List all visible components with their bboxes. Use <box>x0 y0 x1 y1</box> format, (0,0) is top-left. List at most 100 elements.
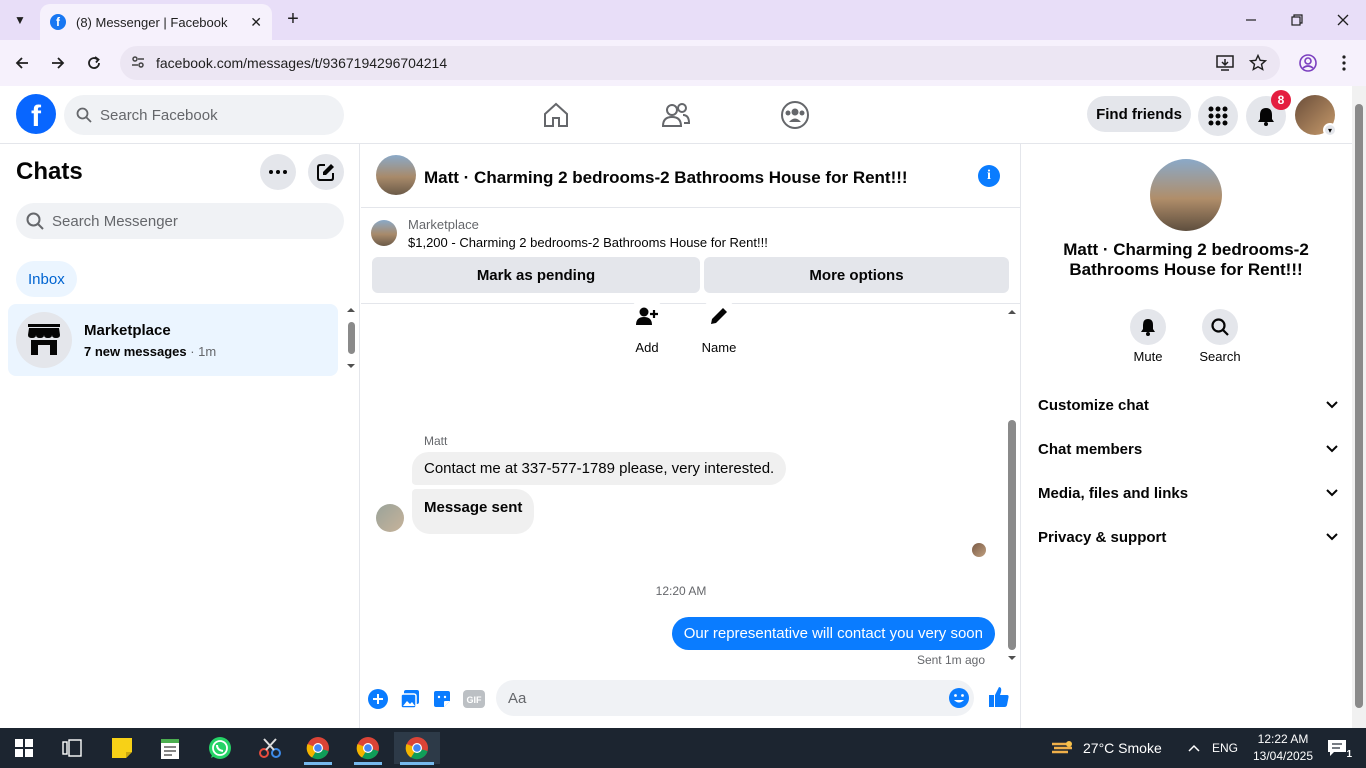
site-info-icon[interactable] <box>120 54 156 73</box>
sidebar-scrollbar[interactable] <box>345 306 357 376</box>
task-view-icon[interactable] <box>52 732 92 764</box>
minimize-button[interactable] <box>1228 0 1274 40</box>
message-input[interactable]: Aa <box>496 680 974 716</box>
snipping-tool-icon[interactable] <box>250 732 290 764</box>
close-window-button[interactable] <box>1320 0 1366 40</box>
message-bubble[interactable]: Contact me at 337-577-1789 please, very … <box>412 452 787 485</box>
friends-icon[interactable] <box>659 98 693 132</box>
listing-description[interactable]: $1,200 - Charming 2 bedrooms-2 Bathrooms… <box>408 235 768 250</box>
home-icon[interactable] <box>539 98 573 132</box>
find-friends-button[interactable]: Find friends <box>1087 96 1191 132</box>
mark-as-pending-button[interactable]: Mark as pending <box>372 257 700 293</box>
chevron-up-icon[interactable] <box>1180 732 1208 764</box>
sender-avatar[interactable] <box>376 504 404 532</box>
conversation-scrollbar[interactable] <box>1006 308 1018 664</box>
sticky-notes-icon[interactable] <box>102 732 142 764</box>
menu-grid-button[interactable] <box>1198 96 1238 136</box>
section-label: Chat members <box>1038 440 1143 458</box>
chrome-profile-1-icon[interactable] <box>298 732 338 765</box>
message-timestamp: 12:20 AM <box>655 584 707 598</box>
browser-menu-icon[interactable] <box>1331 50 1357 76</box>
conversation-header: Matt · Charming 2 bedrooms-2 Bathrooms H… <box>361 144 1021 208</box>
facebook-logo-icon[interactable]: f <box>16 94 56 134</box>
page-scrollbar[interactable] <box>1352 86 1366 728</box>
whatsapp-icon[interactable] <box>200 732 240 764</box>
customize-chat-section[interactable]: Customize chat <box>1038 387 1338 423</box>
conversation-details: Matt · Charming 2 bedrooms-2 Bathrooms H… <box>1022 144 1352 728</box>
reload-button[interactable] <box>81 50 107 76</box>
inbox-filter-tab[interactable]: Inbox <box>16 261 77 297</box>
clock-time[interactable]: 12:22 AM <box>1252 732 1314 746</box>
profile-icon[interactable] <box>1295 50 1321 76</box>
url-text[interactable]: facebook.com/messages/t/9367194296704214 <box>156 55 447 71</box>
clock-date[interactable]: 13/04/2025 <box>1250 749 1316 763</box>
details-title: Matt · Charming 2 bedrooms-2 Bathrooms H… <box>1063 240 1309 279</box>
arrow-right-icon <box>52 57 65 69</box>
notification-center-icon[interactable]: 1 <box>1318 732 1358 764</box>
photo-icon[interactable] <box>399 688 421 710</box>
conversation-avatar[interactable] <box>376 155 416 195</box>
sender-name: Matt <box>424 434 448 448</box>
add-label: Add <box>635 340 659 355</box>
info-icon[interactable]: i <box>978 165 1000 187</box>
chrome-active-window-icon[interactable] <box>394 732 440 765</box>
back-button[interactable] <box>9 50 35 76</box>
chat-members-section[interactable]: Chat members <box>1038 431 1338 467</box>
chat-options-button[interactable] <box>260 154 296 190</box>
new-message-button[interactable] <box>308 154 344 190</box>
restore-button[interactable] <box>1274 0 1320 40</box>
chevron-down-icon <box>1326 445 1338 453</box>
weather-text[interactable]: 27°C Smoke <box>1083 740 1162 756</box>
address-bar[interactable]: facebook.com/messages/t/9367194296704214 <box>120 46 1280 80</box>
message-bubble-sent[interactable]: Our representative will contact you very… <box>671 617 995 650</box>
search-icon <box>26 212 44 230</box>
plus-circle-icon[interactable] <box>367 688 389 710</box>
add-people-action[interactable]: Add <box>617 298 677 355</box>
forward-button[interactable] <box>45 50 71 76</box>
details-avatar[interactable] <box>1150 159 1222 231</box>
listing-thumbnail[interactable] <box>371 220 397 246</box>
tab-close-icon[interactable]: ✕ <box>250 14 262 31</box>
chevron-down-icon <box>1326 401 1338 409</box>
emoji-icon[interactable] <box>948 687 970 709</box>
message-bubble[interactable]: Message sent <box>412 489 535 534</box>
bookmark-star-icon[interactable] <box>1245 50 1271 76</box>
message-composer: GIF Aa <box>361 676 1021 720</box>
listing-label: Marketplace <box>408 217 479 232</box>
page-scrollbar-thumb[interactable] <box>1355 104 1363 708</box>
conversation-scrollbar-thumb[interactable] <box>1008 420 1016 650</box>
account-avatar[interactable]: ▾ <box>1295 95 1337 137</box>
section-label: Privacy & support <box>1038 528 1167 546</box>
listing-banner: Marketplace $1,200 - Charming 2 bedrooms… <box>361 208 1021 304</box>
chrome-profile-2-icon[interactable] <box>348 732 388 765</box>
language-indicator[interactable]: ENG <box>1212 741 1238 755</box>
tab-search-chevron-icon[interactable]: ▼ <box>8 8 32 32</box>
search-placeholder: Search Facebook <box>100 106 218 124</box>
privacy-support-section[interactable]: Privacy & support <box>1038 519 1338 555</box>
thumbs-up-icon[interactable] <box>988 686 1010 708</box>
name-action[interactable]: Name <box>689 298 749 355</box>
chats-sidebar: Chats Search Messenger Inbox Marketplace… <box>0 144 360 728</box>
mute-button[interactable]: Mute <box>1118 309 1178 364</box>
more-options-button[interactable]: More options <box>704 257 1009 293</box>
tab-title: (8) Messenger | Facebook <box>76 14 228 30</box>
windows-start-icon[interactable] <box>4 732 44 764</box>
facebook-search-input[interactable]: Search Facebook <box>64 95 344 135</box>
weather-icon[interactable] <box>1046 732 1078 764</box>
chat-preview-text: 7 new messages <box>84 344 187 359</box>
chat-list-item[interactable]: Marketplace 7 new messages · 1m <box>8 304 338 376</box>
media-files-section[interactable]: Media, files and links <box>1038 475 1338 511</box>
sticker-icon[interactable] <box>431 688 453 710</box>
groups-icon[interactable] <box>778 98 812 132</box>
conversation-title[interactable]: Matt · Charming 2 bedrooms-2 Bathrooms H… <box>424 168 908 188</box>
search-messenger-input[interactable]: Search Messenger <box>16 203 344 239</box>
install-app-icon[interactable] <box>1212 50 1238 76</box>
gif-icon[interactable]: GIF <box>463 688 485 710</box>
more-dots-icon <box>269 170 287 174</box>
notepad-icon[interactable] <box>150 732 190 764</box>
browser-tab-messenger[interactable]: f (8) Messenger | Facebook ✕ <box>40 4 272 40</box>
reload-icon <box>88 56 100 69</box>
search-conversation-button[interactable]: Search <box>1190 309 1250 364</box>
browser-toolbar: facebook.com/messages/t/9367194296704214 <box>0 40 1366 86</box>
new-tab-button[interactable]: + <box>282 8 304 30</box>
